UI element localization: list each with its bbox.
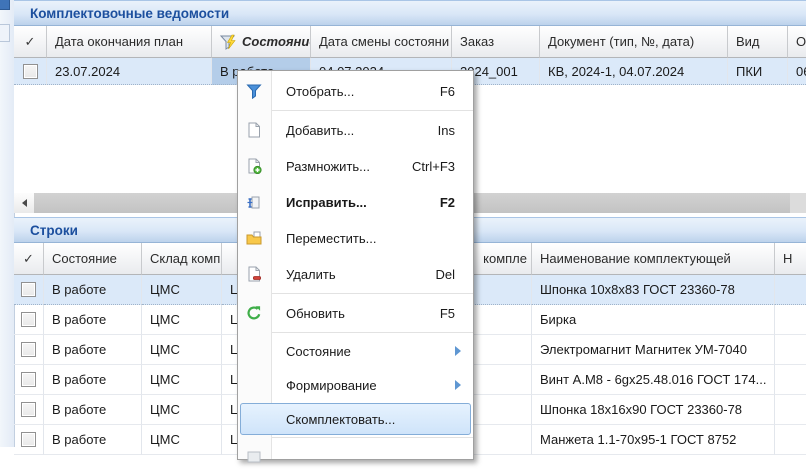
checkbox[interactable]: [21, 372, 36, 387]
scroll-left-button[interactable]: [14, 193, 34, 213]
bottom-header-check-column[interactable]: ✓: [14, 243, 44, 275]
cell-extra[interactable]: [775, 275, 806, 305]
cell-state[interactable]: В работе: [44, 425, 142, 455]
row-checkbox-cell[interactable]: [14, 335, 44, 365]
row-checkbox-cell[interactable]: [14, 425, 44, 455]
row-checkbox-cell[interactable]: [14, 275, 44, 305]
cell-state[interactable]: В работе: [44, 275, 142, 305]
bottom-header-extra[interactable]: Н: [775, 243, 806, 275]
checkbox[interactable]: [21, 342, 36, 357]
left-splitter-rail[interactable]: [0, 0, 15, 447]
top-header-date-end[interactable]: Дата окончания план: [47, 26, 212, 58]
menu-item-assemble[interactable]: Скомплектовать...: [238, 402, 473, 436]
scroll-left-icon: [22, 199, 27, 207]
cell-name[interactable]: Электромагнит Магнитек УМ-7040: [532, 335, 775, 365]
menu-item-partial[interactable]: [238, 439, 473, 475]
cell-warehouse[interactable]: ЦМС: [142, 305, 222, 335]
menu-item-duplicate[interactable]: Размножить... Ctrl+F3: [238, 148, 473, 184]
bottom-header-warehouse[interactable]: Склад комп.: [142, 243, 222, 275]
menu-separator: [238, 437, 473, 438]
row-checkbox-cell[interactable]: [14, 365, 44, 395]
cell-state[interactable]: В работе: [44, 365, 142, 395]
menu-item-forming[interactable]: Формирование: [238, 368, 473, 402]
copy-document-plus-icon: [246, 158, 262, 174]
menu-item-edit[interactable]: Исправить... F2: [238, 184, 473, 220]
checkbox[interactable]: [21, 432, 36, 447]
top-header-state-label: Состояние: [242, 34, 311, 49]
move-folder-icon: [246, 230, 262, 246]
cell-state[interactable]: В работе: [44, 305, 142, 335]
cell-extra[interactable]: [775, 425, 806, 455]
menu-item-state[interactable]: Состояние: [238, 334, 473, 368]
top-header-document[interactable]: Документ (тип, №, дата): [540, 26, 728, 58]
delete-document-icon: [246, 266, 262, 282]
cell-name[interactable]: Манжета 1.1-70х95-1 ГОСТ 8752: [532, 425, 775, 455]
row-checkbox-cell[interactable]: [14, 305, 44, 335]
cell-warehouse[interactable]: ЦМС: [142, 335, 222, 365]
menu-item-refresh[interactable]: Обновить F5: [238, 295, 473, 331]
top-header-order[interactable]: Заказ: [452, 26, 540, 58]
checkbox[interactable]: [21, 312, 36, 327]
bottom-header-name[interactable]: Наименование комплектующей: [532, 243, 775, 275]
context-menu: Отобрать... F6 Добавить... Ins Размножит…: [237, 70, 474, 460]
cell-extra[interactable]: [775, 365, 806, 395]
cell-name[interactable]: Винт А.М8 - 6gх25.48.016 ГОСТ 174...: [532, 365, 775, 395]
clipped-icon: [246, 449, 262, 465]
cell-extra[interactable]: [775, 335, 806, 365]
cell-warehouse[interactable]: ЦМС: [142, 425, 222, 455]
filter-funnel-icon: [246, 83, 262, 99]
cell-date-end[interactable]: 23.07.2024: [47, 58, 212, 85]
menu-separator: [238, 293, 473, 294]
cell-warehouse[interactable]: ЦМС: [142, 395, 222, 425]
scrollbar-end-cap: [790, 193, 806, 213]
top-header-date-change[interactable]: Дата смены состояни: [311, 26, 452, 58]
top-panel-title: Комплектовочные ведомости: [14, 0, 806, 26]
cell-document[interactable]: КВ, 2024-1, 04.07.2024: [540, 58, 728, 85]
bottom-header-state[interactable]: Состояние: [44, 243, 142, 275]
cell-name[interactable]: Шпонка 10х8х83 ГОСТ 23360-78: [532, 275, 775, 305]
row-checkbox-cell[interactable]: [14, 58, 47, 85]
menu-item-filter[interactable]: Отобрать... F6: [238, 73, 473, 109]
menu-separator: [238, 110, 473, 111]
submenu-arrow-icon: [455, 346, 461, 356]
checkbox[interactable]: [21, 402, 36, 417]
cell-extra[interactable]: 06: [788, 58, 806, 85]
rail-corner-accent: [0, 0, 10, 10]
cell-warehouse[interactable]: ЦМС: [142, 275, 222, 305]
submenu-arrow-icon: [455, 380, 461, 390]
cell-name[interactable]: Шпонка 18х16х90 ГОСТ 23360-78: [532, 395, 775, 425]
rail-collapse-handle[interactable]: [0, 24, 10, 42]
filter-sort-icon: [220, 34, 240, 50]
top-header-state[interactable]: Состояние: [212, 26, 311, 58]
menu-item-add[interactable]: Добавить... Ins: [238, 112, 473, 148]
cell-warehouse[interactable]: ЦМС: [142, 365, 222, 395]
cell-kind[interactable]: ПКИ: [728, 58, 788, 85]
top-header-check-column[interactable]: ✓: [14, 26, 47, 58]
edit-rename-icon: [246, 194, 262, 210]
checkbox[interactable]: [23, 64, 38, 79]
menu-separator: [238, 332, 473, 333]
cell-extra[interactable]: [775, 395, 806, 425]
cell-state[interactable]: В работе: [44, 395, 142, 425]
checkbox[interactable]: [21, 282, 36, 297]
menu-item-move[interactable]: Переместить...: [238, 220, 473, 256]
top-header-kind[interactable]: Вид: [728, 26, 788, 58]
row-checkbox-cell[interactable]: [14, 395, 44, 425]
cell-name[interactable]: Бирка: [532, 305, 775, 335]
refresh-icon: [246, 305, 262, 321]
cell-extra[interactable]: [775, 305, 806, 335]
cell-state[interactable]: В работе: [44, 335, 142, 365]
top-header-extra[interactable]: О: [788, 26, 806, 58]
new-document-icon: [246, 122, 262, 138]
menu-item-delete[interactable]: Удалить Del: [238, 256, 473, 292]
